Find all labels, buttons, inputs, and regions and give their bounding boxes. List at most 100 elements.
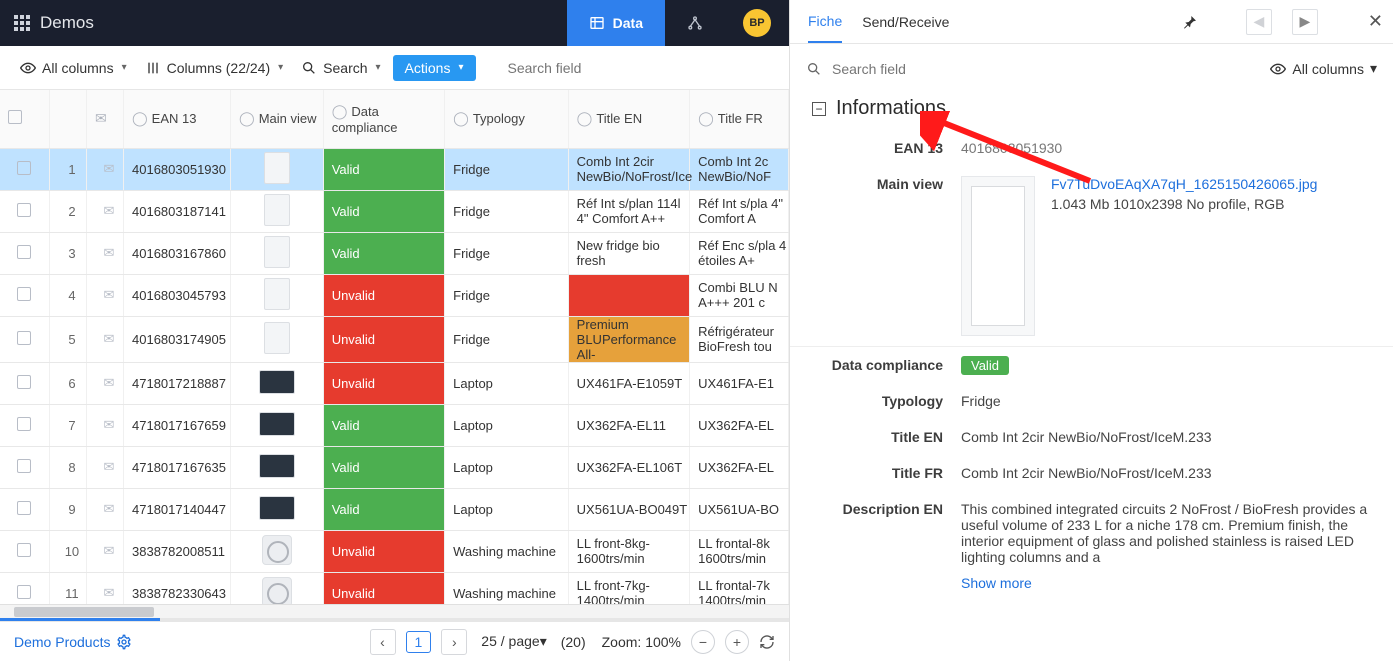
mail-icon[interactable]: ✉ (86, 274, 123, 316)
mail-icon[interactable]: ✉ (86, 488, 123, 530)
table-row[interactable]: 10✉3838782008511UnvalidWashing machineLL… (0, 530, 789, 572)
mail-icon[interactable]: ✉ (86, 404, 123, 446)
cell-mainview[interactable] (231, 316, 324, 362)
cell-mainview[interactable] (231, 274, 324, 316)
columns-dropdown[interactable]: Columns (22/24) ▾ (139, 56, 290, 80)
detail-next[interactable]: ▶ (1292, 9, 1318, 35)
mail-icon[interactable]: ✉ (86, 148, 123, 190)
kv-desc-en: Description EN This combined integrated … (790, 491, 1393, 601)
page-prev[interactable]: ‹ (370, 629, 396, 655)
cell-title-en: UX362FA-EL106T (568, 446, 689, 488)
detail-all-columns[interactable]: All columns ▾ (1270, 60, 1377, 77)
cell-mainview[interactable] (231, 190, 324, 232)
toolbar-search-input[interactable] (508, 60, 668, 76)
table-row[interactable]: 7✉4718017167659ValidLaptopUX362FA-EL11UX… (0, 404, 789, 446)
pin-icon[interactable] (1182, 13, 1198, 30)
table-row[interactable]: 1✉4016803051930ValidFridgeComb Int 2cir … (0, 148, 789, 190)
header-check[interactable] (0, 90, 49, 148)
row-check[interactable] (0, 404, 49, 446)
cell-compliance: Unvalid (323, 572, 444, 604)
mainview-filename[interactable]: Fv7TuDvoEAqXA7qH_1625150426065.jpg (1051, 176, 1317, 192)
row-index: 3 (49, 232, 86, 274)
show-more-link[interactable]: Show more (961, 575, 1375, 591)
mail-icon[interactable]: ✉ (86, 446, 123, 488)
header-row: ✉ ◯EAN 13 ◯Main view ◯Data compliance ◯T… (0, 90, 789, 148)
search-dropdown[interactable]: Search ▾ (295, 56, 386, 80)
header-typology[interactable]: ◯Typology (445, 90, 569, 148)
cell-ean: 4718017218887 (124, 362, 231, 404)
row-check[interactable] (0, 530, 49, 572)
table-row[interactable]: 5✉4016803174905UnvalidFridgePremium BLUP… (0, 316, 789, 362)
actions-button[interactable]: Actions ▾ (393, 55, 476, 81)
table-row[interactable]: 8✉4718017167635ValidLaptopUX362FA-EL106T… (0, 446, 789, 488)
cell-mainview[interactable] (231, 404, 324, 446)
cell-ean: 4718017167635 (124, 446, 231, 488)
header-title-en[interactable]: ◯Title EN (568, 90, 689, 148)
row-check[interactable] (0, 148, 49, 190)
mainview-thumb[interactable] (961, 176, 1035, 336)
table-row[interactable]: 6✉4718017218887UnvalidLaptopUX461FA-E105… (0, 362, 789, 404)
cell-mainview[interactable] (231, 148, 324, 190)
mail-icon[interactable]: ✉ (86, 232, 123, 274)
header-title-fr[interactable]: ◯Title FR (690, 90, 789, 148)
detail-search-input[interactable] (832, 61, 1260, 77)
row-check[interactable] (0, 190, 49, 232)
row-check[interactable] (0, 274, 49, 316)
header-mainview[interactable]: ◯Main view (231, 90, 324, 148)
section-header[interactable]: − Informations (790, 83, 1393, 130)
header-ean[interactable]: ◯EAN 13 (124, 90, 231, 148)
per-page-dropdown[interactable]: 25 / page▾ (477, 633, 550, 650)
refresh-button[interactable] (759, 633, 775, 650)
page-current[interactable]: 1 (406, 631, 432, 653)
cell-mainview[interactable] (231, 362, 324, 404)
table-row[interactable]: 2✉4016803187141ValidFridgeRéf Int s/plan… (0, 190, 789, 232)
cell-mainview[interactable] (231, 446, 324, 488)
row-check[interactable] (0, 362, 49, 404)
kv-title-fr: Title FR Comb Int 2cir NewBio/NoFrost/Ic… (790, 455, 1393, 491)
h-scrollbar[interactable] (0, 604, 789, 618)
row-check[interactable] (0, 488, 49, 530)
tab-send-receive[interactable]: Send/Receive (862, 2, 949, 42)
cell-mainview[interactable] (231, 488, 324, 530)
mail-icon[interactable]: ✉ (86, 316, 123, 362)
cell-mainview[interactable] (231, 572, 324, 604)
mail-icon[interactable]: ✉ (86, 572, 123, 604)
zoom-out-button[interactable]: − (691, 630, 715, 654)
detail-body[interactable]: − Informations EAN 13 4016803051930 Main… (790, 83, 1393, 661)
row-check[interactable] (0, 446, 49, 488)
cell-mainview[interactable] (231, 232, 324, 274)
close-icon[interactable]: ✕ (1368, 11, 1383, 32)
row-check[interactable] (0, 232, 49, 274)
zoom-in-button[interactable]: + (725, 630, 749, 654)
all-columns-dropdown[interactable]: All columns ▾ (14, 56, 133, 80)
detail-pane: Fiche Send/Receive ◀ ▶ ✕ All columns ▾ −… (790, 0, 1393, 661)
kv-typology: Typology Fridge (790, 383, 1393, 419)
mail-icon[interactable]: ✉ (86, 190, 123, 232)
header-compliance[interactable]: ◯Data compliance (323, 90, 444, 148)
tab-fiche[interactable]: Fiche (808, 1, 842, 43)
cell-title-fr: UX561UA-BO (690, 488, 789, 530)
table-row[interactable]: 11✉3838782330643UnvalidWashing machineLL… (0, 572, 789, 604)
row-check[interactable] (0, 572, 49, 604)
page-next[interactable]: › (441, 629, 467, 655)
kv-compliance: Data compliance Valid (790, 346, 1393, 383)
table-row[interactable]: 4✉4016803045793UnvalidFridgeCombi BLU N … (0, 274, 789, 316)
mail-icon[interactable]: ✉ (86, 362, 123, 404)
nav-graph[interactable] (665, 0, 725, 46)
row-check[interactable] (0, 316, 49, 362)
detail-prev[interactable]: ◀ (1246, 9, 1272, 35)
cell-title-en: UX561UA-BO049T (568, 488, 689, 530)
nav-data[interactable]: Data (567, 0, 665, 46)
cell-title-en: UX362FA-EL11 (568, 404, 689, 446)
cell-typology: Washing machine (445, 572, 569, 604)
row-index: 7 (49, 404, 86, 446)
cell-mainview[interactable] (231, 530, 324, 572)
table-row[interactable]: 3✉4016803167860ValidFridgeNew fridge bio… (0, 232, 789, 274)
avatar[interactable]: BP (743, 9, 771, 37)
apps-icon[interactable] (14, 15, 30, 31)
kv-title-en: Title EN Comb Int 2cir NewBio/NoFrost/Ic… (790, 419, 1393, 455)
table-row[interactable]: 9✉4718017140447ValidLaptopUX561UA-BO049T… (0, 488, 789, 530)
mail-icon[interactable]: ✉ (86, 530, 123, 572)
product-set-link[interactable]: Demo Products (14, 634, 132, 650)
grid-scroll[interactable]: ✉ ◯EAN 13 ◯Main view ◯Data compliance ◯T… (0, 90, 789, 604)
